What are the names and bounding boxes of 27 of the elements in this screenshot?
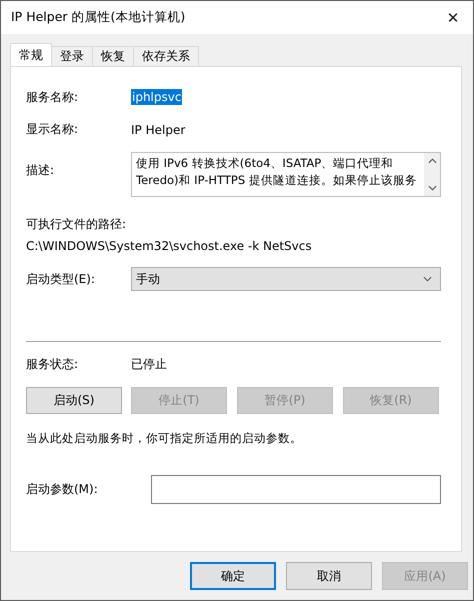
field-label: 启动类型(E): [26,270,96,288]
field-label: 服务状态: [26,356,80,373]
field-label: 启动参数(M): [26,481,99,498]
scroll-down-icon[interactable] [428,185,436,191]
field-label: 可执行文件的路径: [26,216,128,233]
field-label: 服务名称: [26,88,80,106]
dialog-button[interactable]: 取消 [286,562,372,590]
scroll-up-icon[interactable] [428,158,436,164]
tab[interactable]: 常规 [10,43,52,66]
chevron-down-icon [423,276,432,282]
hint-text: 当从此处启动服务时，你可指定所适用的启动参数。 [26,431,303,446]
description-text: 使用 IPv6 转换技术(6to4、ISATAP、端口代理和 Teredo)和 IP-HTTPS 提供隧道连接。如果停止该服务 [135,155,418,189]
dialog-button[interactable]: 确定 [190,562,276,590]
path-value: C:\WINDOWS\System32\svchost.exe -k NetSvcs [26,239,313,253]
service-button[interactable]: 启动(S) [26,387,122,414]
tab[interactable]: 依存关系 [133,46,199,66]
field-label: 显示名称: [26,121,80,138]
parameters-field[interactable] [151,475,441,504]
description-box[interactable]: 使用 IPv6 转换技术(6to4、ISATAP、端口代理和 Teredo)和 IP-HTTPS 提供隧道连接。如果停止该服务 [131,152,441,197]
startup-type-dropdown[interactable]: 手动 [131,267,441,291]
window-title: IP Helper 的属性(本地计算机) [11,9,186,26]
close-button[interactable]: ✕ [433,2,473,34]
scroll-bar[interactable] [424,153,440,196]
status-value: 已停止 [131,356,167,373]
service-name-value: iphlpsvc [131,89,182,105]
field-label: 描述: [26,162,56,179]
display-name-value: IP Helper [131,122,186,136]
